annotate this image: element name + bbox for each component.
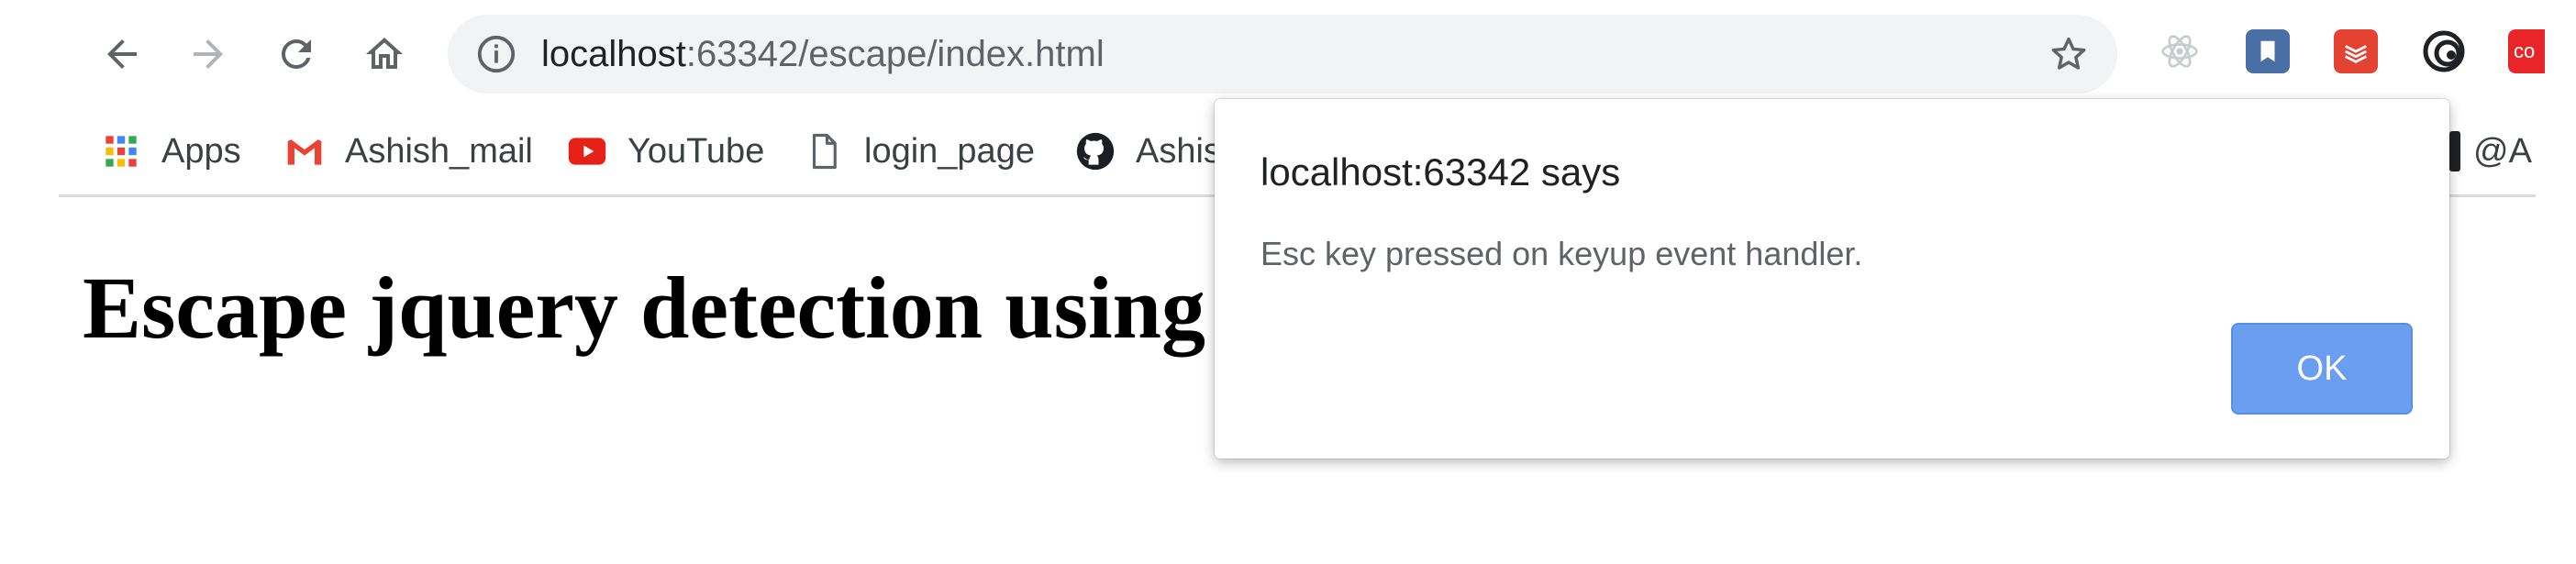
arrow-left-icon [107, 39, 137, 69]
url-host: localhost [541, 34, 686, 74]
alert-dialog: localhost:63342 says Esc key pressed on … [1215, 99, 2449, 459]
address-bar[interactable]: localhost:63342/escape/index.html [448, 15, 2117, 94]
bookmark-label: YouTube [627, 131, 765, 171]
reload-button[interactable] [266, 24, 327, 84]
gmail-icon [284, 131, 325, 171]
bookmark-ribbon-icon [2260, 40, 2275, 62]
bookmark-apps[interactable]: Apps [101, 119, 241, 183]
dialog-title: localhost:63342 says [1260, 150, 1621, 194]
bookmark-label: Apps [161, 131, 241, 171]
bookmark-star-icon[interactable] [2048, 33, 2090, 75]
bookmark-youtube[interactable]: YouTube [567, 119, 764, 183]
bookmark-at[interactable]: @A [2449, 119, 2532, 183]
browser-toolbar: localhost:63342/escape/index.html co [0, 0, 2576, 108]
bookmark-label: login_page [864, 131, 1035, 171]
home-icon [366, 38, 403, 69]
red-extension-label: co [2514, 39, 2536, 62]
todoist-icon[interactable] [2334, 29, 2378, 73]
spiral-extension-icon[interactable] [2422, 29, 2466, 73]
bookmark-label: Ashis [1136, 131, 1221, 171]
github-icon [1075, 131, 1116, 171]
page-icon [804, 131, 844, 171]
bookmark-label: Ashish_mail [345, 131, 533, 171]
spiral-icon [2423, 30, 2465, 72]
home-button[interactable] [354, 24, 415, 84]
ok-button[interactable]: OK [2231, 323, 2413, 415]
page-heading: Escape jquery detection using [83, 259, 1205, 357]
forward-button[interactable] [178, 24, 239, 84]
url-path: :63342/escape/index.html [685, 34, 1105, 74]
bookmark-ashish-mail[interactable]: Ashish_mail [284, 119, 533, 183]
arrow-right-icon [194, 39, 223, 69]
bookmark-extension-icon[interactable] [2246, 29, 2290, 73]
bookmark-login-page[interactable]: login_page [804, 119, 1035, 183]
todoist-stripes-icon [2345, 45, 2367, 63]
atom-icon [2161, 35, 2198, 68]
reload-icon [281, 39, 311, 69]
back-button[interactable] [92, 24, 152, 84]
dialog-message: Esc key pressed on keyup event handler. [1260, 235, 1863, 272]
red-extension-icon[interactable]: co [2508, 29, 2545, 73]
bookmark-github[interactable]: Ashis [1075, 119, 1221, 183]
apps-grid-icon [101, 131, 141, 171]
bookmark-label: @A [2473, 131, 2532, 171]
react-devtools-icon[interactable] [2158, 29, 2202, 73]
url-text: localhost:63342/escape/index.html [541, 15, 1105, 94]
bookmark-icon [2449, 131, 2460, 171]
info-icon[interactable] [475, 33, 517, 75]
youtube-icon [567, 131, 607, 171]
